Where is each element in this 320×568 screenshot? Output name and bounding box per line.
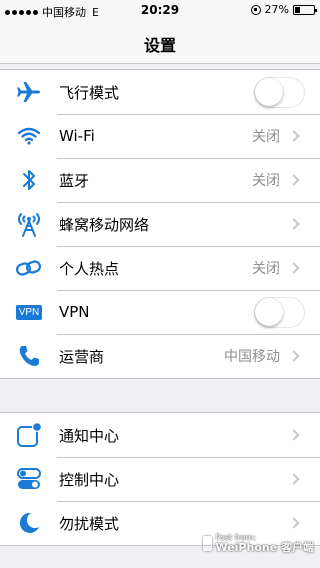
airplane-mode-toggle[interactable] <box>254 76 305 108</box>
chevron-right-icon <box>288 517 300 529</box>
chevron-right-icon <box>288 218 300 230</box>
airplane-icon <box>13 76 45 108</box>
settings-group-centers: 通知中心 控制中心 勿扰模式 <box>0 412 320 546</box>
chevron-right-icon <box>288 350 300 362</box>
settings-row-wifi[interactable]: Wi-Fi 关闭 <box>0 114 320 158</box>
settings-row-label: Wi-Fi <box>59 127 95 145</box>
navigation-bar: 设置 <box>0 20 320 64</box>
bluetooth-icon <box>13 164 45 196</box>
chevron-right-icon <box>288 262 300 274</box>
settings-row-label: 勿扰模式 <box>59 514 120 533</box>
settings-group-connectivity: 飞行模式 Wi-Fi 关闭 蓝牙 关闭 蜂窝移动网络 个人热点 关闭 VPN V… <box>0 69 320 379</box>
vpn-toggle[interactable] <box>254 296 305 328</box>
settings-row-value: 中国移动 <box>224 349 280 365</box>
settings-row-label: 蜂窝移动网络 <box>59 215 150 234</box>
page-title: 设置 <box>143 36 176 55</box>
watermark-text: Post from: WeiPhone 客户端 <box>215 533 314 554</box>
hotspot-icon <box>13 252 45 284</box>
settings-row-label: 蓝牙 <box>59 171 90 190</box>
settings-row-label: 个人热点 <box>59 259 120 278</box>
settings-row-personal-hotspot[interactable]: 个人热点 关闭 <box>0 246 320 290</box>
settings-row-cellular[interactable]: 蜂窝移动网络 <box>0 202 320 246</box>
vpn-badge-text: VPN <box>15 304 43 320</box>
settings-row-value: 关闭 <box>252 129 280 145</box>
settings-row-carrier[interactable]: 运营商 中国移动 <box>0 334 320 378</box>
settings-row-control-center[interactable]: 控制中心 <box>0 457 320 501</box>
vpn-icon: VPN <box>13 296 45 328</box>
settings-row-vpn: VPN VPN <box>0 290 320 334</box>
chevron-right-icon <box>288 130 300 142</box>
status-right: 27% <box>250 3 317 16</box>
battery-percent: 27% <box>264 3 289 16</box>
moon-icon <box>13 507 45 539</box>
settings-row-value: 关闭 <box>252 173 280 189</box>
settings-row-notification-center[interactable]: 通知中心 <box>0 413 320 457</box>
watermark-phone-icon <box>203 536 213 551</box>
watermark: Post from: WeiPhone 客户端 <box>203 533 314 554</box>
settings-row-label: 通知中心 <box>59 426 120 445</box>
settings-row-label: 运营商 <box>59 347 105 366</box>
control-center-icon <box>13 463 45 495</box>
status-bar: 中国移动 E 20:29 27% <box>0 0 320 20</box>
notification-center-icon <box>13 419 45 451</box>
settings-row-label: VPN <box>59 303 90 321</box>
rotation-lock-icon <box>250 4 261 15</box>
settings-row-bluetooth[interactable]: 蓝牙 关闭 <box>0 158 320 202</box>
watermark-line2: WeiPhone 客户端 <box>215 541 314 554</box>
settings-row-label: 控制中心 <box>59 470 120 489</box>
chevron-right-icon <box>288 429 300 441</box>
settings-row-airplane-mode: 飞行模式 <box>0 70 320 114</box>
phone-icon <box>13 340 45 372</box>
cellular-antenna-icon <box>13 208 45 240</box>
battery-icon <box>293 4 317 15</box>
wifi-icon <box>13 120 45 152</box>
chevron-right-icon <box>288 174 300 186</box>
settings-row-value: 关闭 <box>252 261 280 277</box>
settings-row-label: 飞行模式 <box>59 83 120 102</box>
chevron-right-icon <box>288 473 300 485</box>
